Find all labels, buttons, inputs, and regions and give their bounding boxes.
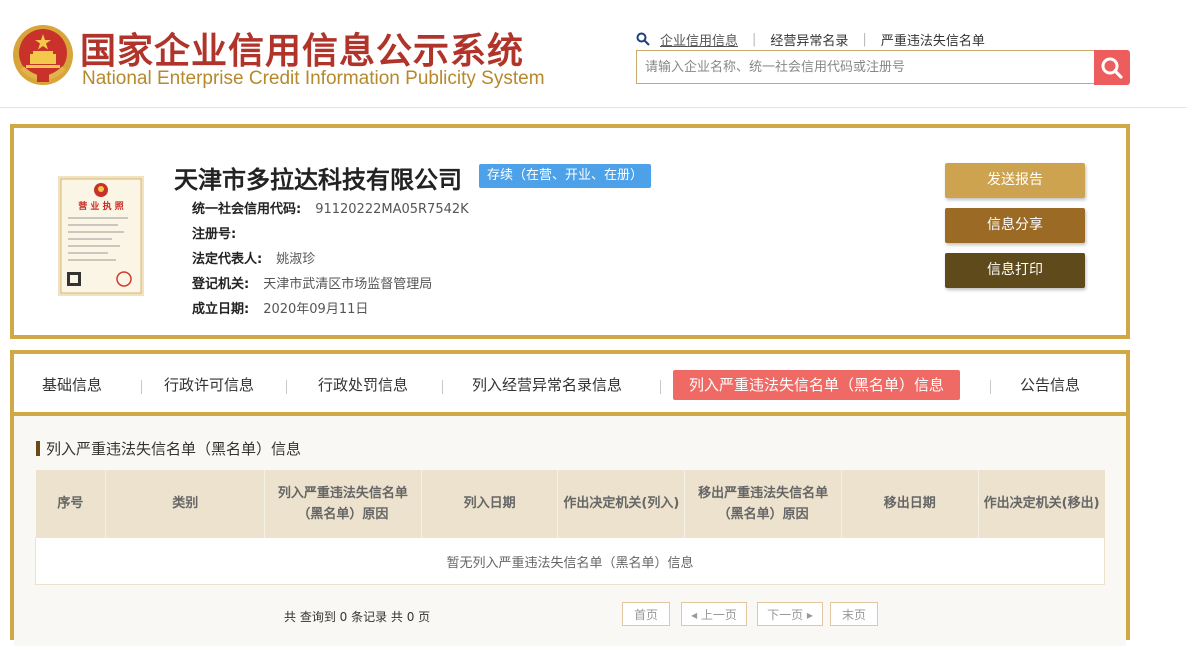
field-established-date: 成立日期: 2020年09月11日	[192, 298, 368, 317]
field-value: 91120222MA05R7542K	[315, 202, 469, 217]
col-header: 作出决定机关(移出)	[978, 470, 1105, 538]
search-icon	[1101, 57, 1123, 79]
search-input[interactable]	[637, 51, 1094, 83]
field-legal-rep: 法定代表人: 姚淑珍	[192, 248, 315, 267]
empty-message: 暂无列入严重违法失信名单（黑名单）信息	[35, 537, 1105, 585]
search-button[interactable]	[1094, 50, 1130, 85]
next-page-button[interactable]: 下一页 ▸	[757, 602, 823, 626]
nav-link-credit-info[interactable]: 企业信用信息	[660, 30, 738, 49]
field-label: 注册号:	[192, 227, 237, 242]
site-header: 国家企业信用信息公示系统 National Enterprise Credit …	[0, 0, 1187, 108]
company-name: 天津市多拉达科技有限公司	[174, 166, 462, 194]
license-label: 营 业 执 照	[78, 200, 123, 212]
field-label: 统一社会信用代码:	[192, 202, 302, 217]
tab-admin-penalty[interactable]: 行政处罚信息	[318, 370, 408, 400]
table-header-row: 序号 类别 列入严重违法失信名单（黑名单）原因 列入日期 作出决定机关(列入) …	[35, 470, 1105, 538]
site-title: 国家企业信用信息公示系统	[80, 31, 525, 72]
prev-page-button[interactable]: ◂ 上一页	[681, 602, 747, 626]
field-label: 成立日期:	[192, 302, 250, 317]
section-title-text: 列入严重违法失信名单（黑名单）信息	[46, 440, 302, 458]
field-label: 法定代表人:	[192, 252, 263, 267]
detail-panel: 基础信息 行政许可信息 行政处罚信息 列入经营异常名录信息 列入严重违法失信名单…	[10, 350, 1130, 646]
title-marker	[36, 441, 40, 456]
tab-basic-info[interactable]: 基础信息	[42, 370, 102, 400]
status-badge: 存续（在营、开业、在册）	[479, 164, 652, 188]
tab-bar: 基础信息 行政许可信息 行政处罚信息 列入经营异常名录信息 列入严重违法失信名单…	[14, 354, 1126, 416]
tab-divider	[286, 380, 287, 394]
site-subtitle: National Enterprise Credit Information P…	[82, 68, 545, 89]
tab-abnormal-list[interactable]: 列入经营异常名录信息	[472, 370, 622, 400]
col-header: 移出日期	[841, 470, 979, 538]
print-info-button[interactable]: 信息打印	[945, 253, 1085, 288]
tab-divider	[141, 380, 142, 394]
header-divider	[0, 107, 1187, 108]
tab-announcements[interactable]: 公告信息	[1020, 370, 1080, 400]
col-header: 序号	[35, 470, 107, 538]
section-title: 列入严重违法失信名单（黑名单）信息	[36, 438, 301, 459]
table-row: 暂无列入严重违法失信名单（黑名单）信息	[35, 537, 1105, 585]
field-reg-authority: 登记机关: 天津市武清区市场监督管理局	[192, 273, 432, 292]
send-report-button[interactable]: 发送报告	[945, 163, 1085, 198]
nav-link-abnormal-list[interactable]: 经营异常名录	[770, 30, 848, 49]
company-card: 营 业 执 照 天津市多拉达科技有限公司 存续（在营、开业、在册） 统一社会信用…	[10, 124, 1130, 339]
first-page-button[interactable]: 首页	[622, 602, 670, 626]
field-value: 姚淑珍	[276, 252, 316, 267]
tab-blacklist[interactable]: 列入严重违法失信名单（黑名单）信息	[673, 370, 961, 400]
top-nav: 企业信用信息 | 经营异常名录 | 严重违法失信名单	[636, 30, 985, 49]
col-header: 列入日期	[421, 470, 559, 538]
share-info-button[interactable]: 信息分享	[945, 208, 1085, 243]
col-header: 作出决定机关(列入)	[557, 470, 686, 538]
pagination-summary: 共 查询到 0 条记录 共 0 页	[284, 610, 431, 624]
field-label: 登记机关:	[192, 277, 250, 292]
nav-divider: |	[752, 31, 757, 47]
tab-divider	[990, 380, 991, 394]
tab-admin-permit[interactable]: 行政许可信息	[164, 370, 254, 400]
col-header: 类别	[105, 470, 266, 538]
field-reg-number: 注册号:	[192, 223, 250, 242]
field-credit-code: 统一社会信用代码: 91120222MA05R7542K	[192, 198, 469, 217]
field-value: 天津市武清区市场监督管理局	[263, 277, 433, 292]
col-header: 移出严重违法失信名单（黑名单）原因	[684, 470, 842, 538]
last-page-button[interactable]: 末页	[830, 602, 878, 626]
blacklist-section: 列入严重违法失信名单（黑名单）信息 序号 类别 列入严重违法失信名单（黑名单）原…	[14, 416, 1126, 646]
search-icon	[636, 32, 650, 46]
search-field	[636, 50, 1094, 84]
national-emblem-icon	[13, 25, 73, 85]
tab-divider	[442, 380, 443, 394]
col-header: 列入严重违法失信名单（黑名单）原因	[264, 470, 422, 538]
blacklist-table: 序号 类别 列入严重违法失信名单（黑名单）原因 列入日期 作出决定机关(列入) …	[35, 470, 1105, 585]
business-license-icon: 营 业 执 照	[58, 176, 144, 296]
tab-divider	[660, 380, 661, 394]
nav-link-blacklist[interactable]: 严重违法失信名单	[881, 30, 985, 49]
field-value: 2020年09月11日	[263, 302, 369, 317]
nav-divider: |	[862, 31, 867, 47]
